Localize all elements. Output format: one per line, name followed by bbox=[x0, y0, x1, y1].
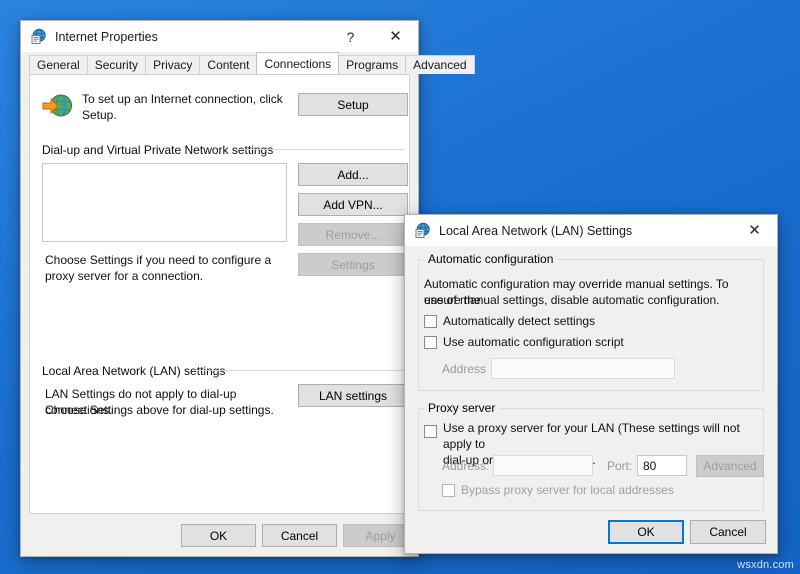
tab-advanced[interactable]: Advanced bbox=[405, 55, 474, 74]
tab-content[interactable]: Content bbox=[199, 55, 257, 74]
proxy-server-group-label: Proxy server bbox=[424, 401, 499, 415]
dialup-hint-text: Choose Settings if you need to configure… bbox=[45, 252, 285, 284]
cancel-button[interactable]: Cancel bbox=[262, 524, 337, 547]
lan-settings-footer: OK Cancel bbox=[405, 511, 777, 553]
auto-detect-settings-label: Automatically detect settings bbox=[443, 314, 595, 329]
use-config-script-checkbox-row[interactable]: Use automatic configuration script bbox=[424, 335, 624, 350]
automatic-configuration-desc-line2: use of manual settings, disable automati… bbox=[424, 292, 764, 308]
tab-programs[interactable]: Programs bbox=[338, 55, 406, 74]
tab-general[interactable]: General bbox=[29, 55, 88, 74]
proxy-port-input[interactable]: 80 bbox=[637, 455, 687, 476]
window-title: Internet Properties bbox=[55, 30, 328, 44]
internet-properties-titlebar: Internet Properties ? ✕ bbox=[21, 21, 418, 52]
add-vpn-button[interactable]: Add VPN... bbox=[298, 193, 408, 216]
use-proxy-label-line1: Use a proxy server for your LAN (These s… bbox=[443, 420, 759, 452]
globe-page-icon bbox=[414, 222, 431, 239]
lan-cancel-button[interactable]: Cancel bbox=[690, 520, 766, 544]
ok-button[interactable]: OK bbox=[181, 524, 256, 547]
dialup-connections-list[interactable] bbox=[42, 163, 287, 242]
remove-button: Remove... bbox=[298, 223, 408, 246]
advanced-button: Advanced bbox=[696, 455, 764, 477]
proxy-port-label: Port: bbox=[607, 458, 632, 474]
tab-privacy[interactable]: Privacy bbox=[145, 55, 200, 74]
setup-description: To set up an Internet connection, click … bbox=[82, 91, 287, 123]
globe-page-icon bbox=[30, 28, 47, 45]
lan-ok-button[interactable]: OK bbox=[608, 520, 684, 544]
tab-connections[interactable]: Connections bbox=[256, 52, 339, 74]
use-config-script-label: Use automatic configuration script bbox=[443, 335, 624, 350]
use-config-script-checkbox[interactable] bbox=[424, 336, 437, 349]
auto-detect-settings-checkbox[interactable] bbox=[424, 315, 437, 328]
lan-window-title: Local Area Network (LAN) Settings bbox=[439, 224, 732, 238]
bypass-proxy-checkbox[interactable] bbox=[442, 484, 455, 497]
auto-detect-settings-checkbox-row[interactable]: Automatically detect settings bbox=[424, 314, 595, 329]
watermark: wsxdn.com bbox=[737, 559, 794, 571]
proxy-address-label: Address: bbox=[442, 458, 489, 474]
dialup-group-label: Dial-up and Virtual Private Network sett… bbox=[42, 143, 279, 157]
internet-properties-window: Internet Properties ? ✕ General Security… bbox=[20, 20, 419, 557]
bypass-proxy-label: Bypass proxy server for local addresses bbox=[461, 483, 674, 498]
lan-settings-titlebar: Local Area Network (LAN) Settings ✕ bbox=[405, 215, 777, 246]
internet-properties-footer: OK Cancel Apply bbox=[21, 514, 418, 556]
lan-hint-line2: Choose Settings above for dial-up settin… bbox=[45, 402, 295, 418]
lan-group-label: Local Area Network (LAN) settings bbox=[42, 364, 231, 378]
use-proxy-checkbox[interactable] bbox=[424, 425, 437, 438]
internet-connection-globe-icon bbox=[42, 92, 74, 120]
close-icon[interactable]: ✕ bbox=[732, 215, 777, 246]
lan-settings-button[interactable]: LAN settings bbox=[298, 384, 408, 407]
add-button[interactable]: Add... bbox=[298, 163, 408, 186]
tabstrip: General Security Privacy Content Connect… bbox=[21, 52, 418, 74]
lan-settings-window: Local Area Network (LAN) Settings ✕ Auto… bbox=[404, 214, 778, 554]
script-address-input[interactable] bbox=[491, 358, 675, 379]
setup-button[interactable]: Setup bbox=[298, 93, 408, 116]
proxy-address-input[interactable] bbox=[493, 455, 593, 476]
lan-group-rule bbox=[195, 370, 405, 371]
help-button[interactable]: ? bbox=[328, 21, 373, 52]
connections-tab-page: To set up an Internet connection, click … bbox=[29, 74, 410, 514]
tab-security[interactable]: Security bbox=[87, 55, 146, 74]
automatic-configuration-group-label: Automatic configuration bbox=[424, 252, 557, 266]
close-icon[interactable]: ✕ bbox=[373, 21, 418, 52]
bypass-proxy-checkbox-row[interactable]: Bypass proxy server for local addresses bbox=[442, 483, 674, 498]
script-address-label: Address bbox=[442, 361, 486, 377]
dialup-group-rule bbox=[235, 149, 405, 150]
settings-button: Settings bbox=[298, 253, 408, 276]
desktop-background: Internet Properties ? ✕ General Security… bbox=[0, 0, 800, 574]
